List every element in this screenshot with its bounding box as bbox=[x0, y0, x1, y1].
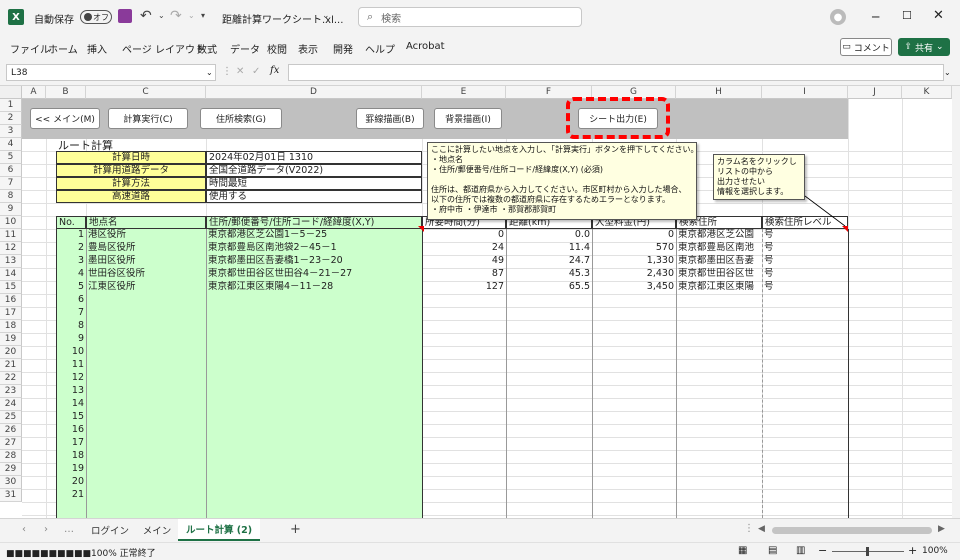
cancel-icon[interactable]: ✕ bbox=[236, 66, 244, 77]
filename-chevron-down-icon[interactable]: ⌄ bbox=[322, 11, 330, 21]
menu-item[interactable]: 挿入 bbox=[87, 41, 107, 56]
autosave-label: 自動保存 bbox=[34, 15, 74, 26]
undo-dropdown-icon[interactable]: ⌄ bbox=[158, 11, 165, 20]
page-layout-view-icon[interactable]: ▤ bbox=[768, 545, 777, 556]
comment-indicator-icon bbox=[842, 226, 848, 232]
vertical-scrollbar[interactable] bbox=[952, 86, 960, 518]
comment-button[interactable]: ▭ コメント bbox=[840, 38, 892, 56]
minimize-icon[interactable]: ─ bbox=[872, 10, 879, 24]
scroll-right-icon[interactable]: ▶ bbox=[938, 524, 945, 534]
comment-indicator-icon bbox=[418, 226, 424, 232]
comment-icon: ▭ bbox=[842, 42, 851, 52]
save-icon[interactable] bbox=[118, 9, 132, 23]
normal-view-icon[interactable]: ▦ bbox=[738, 545, 747, 556]
status-bar: ■■■■■■■■■■100% 正常終了 ▦ ▤ ▥ − + 100% bbox=[0, 542, 960, 560]
share-label: 共有 bbox=[914, 43, 933, 54]
title-bar: X 自動保存 オフ ↶ ⌄ ↷ ⌄ ▾ 距離計算ワークシート.xl... ⌄ ⌕… bbox=[0, 0, 960, 34]
prev-sheet-icon[interactable]: ‹ bbox=[22, 524, 26, 535]
horizontal-scroll-thumb[interactable] bbox=[772, 527, 932, 534]
tab-sheet[interactable]: ルート計算 (2) bbox=[178, 519, 260, 541]
maximize-icon[interactable]: ☐ bbox=[902, 9, 912, 22]
insert-function-icon[interactable]: fx bbox=[270, 65, 279, 76]
ribbon-tabs: ファイル ホーム 挿入 ページ レイアウト 数式 データ 校閲 表示 開発 ヘルプ Acrobat … bbox=[0, 34, 960, 60]
menu-item[interactable]: 開発 bbox=[333, 41, 353, 56]
name-box-value: L38 bbox=[11, 67, 28, 78]
toggle-knob bbox=[84, 13, 92, 21]
zoom-out-icon[interactable]: − bbox=[818, 544, 827, 557]
share-icon: ⇪ bbox=[904, 42, 912, 52]
zoom-in-icon[interactable]: + bbox=[908, 544, 917, 557]
undo-icon[interactable]: ↶ bbox=[140, 8, 152, 24]
share-button[interactable]: ⇪ 共有 ⌄ bbox=[898, 38, 950, 56]
comment-label: コメント bbox=[853, 43, 890, 54]
customize-qat-icon[interactable]: ▾ bbox=[201, 11, 205, 20]
tab-sheet[interactable]: メイン bbox=[138, 519, 176, 541]
tab-split-dots-icon[interactable]: ⋮ bbox=[744, 523, 754, 534]
comment-connector-lines bbox=[418, 195, 848, 232]
autosave-toggle[interactable]: オフ bbox=[80, 10, 112, 24]
tab-sheet[interactable]: ログイン bbox=[84, 519, 136, 541]
add-sheet-icon[interactable]: + bbox=[290, 522, 301, 537]
namebox-chevron-down-icon[interactable]: ⌄ bbox=[206, 68, 213, 77]
redo-dropdown-icon[interactable]: ⌄ bbox=[188, 11, 195, 20]
menu-item[interactable]: 表示 bbox=[298, 41, 318, 56]
menu-item[interactable]: 校閲 bbox=[267, 41, 287, 56]
more-dots-icon: ⋮ bbox=[222, 66, 232, 77]
formula-bar: L38 ⌄ ⋮ ✕ ✓ fx ⌄ bbox=[0, 60, 960, 86]
menu-item[interactable]: ヘルプ bbox=[365, 41, 395, 56]
zoom-level[interactable]: 100% bbox=[922, 546, 948, 556]
search-placeholder: 検索 bbox=[381, 13, 402, 25]
enter-icon[interactable]: ✓ bbox=[252, 66, 260, 77]
page-break-view-icon[interactable]: ▥ bbox=[796, 545, 805, 556]
formula-input[interactable] bbox=[288, 64, 944, 81]
name-box[interactable]: L38 bbox=[6, 64, 216, 81]
account-avatar-icon[interactable]: ● bbox=[830, 9, 846, 25]
menu-item[interactable]: ページ レイアウト bbox=[122, 41, 205, 56]
status-text: ■■■■■■■■■■100% 正常終了 bbox=[6, 549, 156, 559]
autosave-state: オフ bbox=[93, 12, 109, 22]
excel-logo-icon: X bbox=[8, 9, 24, 25]
search-box[interactable]: ⌕ 検索 bbox=[358, 7, 582, 27]
more-sheets-icon[interactable]: … bbox=[64, 524, 74, 535]
menu-item[interactable]: Acrobat bbox=[406, 41, 445, 52]
scroll-left-icon[interactable]: ◀ bbox=[758, 524, 765, 534]
menu-item[interactable]: データ bbox=[230, 41, 260, 56]
next-sheet-icon[interactable]: › bbox=[44, 524, 48, 535]
menu-item[interactable]: 数式 bbox=[197, 41, 217, 56]
close-icon[interactable]: ✕ bbox=[933, 8, 944, 23]
share-chevron-down-icon: ⌄ bbox=[936, 42, 944, 52]
menu-item[interactable]: ファイル bbox=[10, 41, 50, 56]
comment-arrow bbox=[804, 195, 846, 227]
menu-item[interactable]: ホーム bbox=[48, 41, 78, 56]
redo-icon[interactable]: ↷ bbox=[170, 8, 182, 24]
worksheet-grid[interactable]: ABCDEFGHIJK 1 2 3 4 5 6 7 8 9 10 11 12 13 14 15 16 17 18 1… bbox=[0, 86, 952, 518]
expand-formula-chevron-icon[interactable]: ⌄ bbox=[944, 68, 951, 77]
search-icon: ⌕ bbox=[367, 10, 374, 23]
sheet-tab-bar: ‹ › … ログイン メイン ルート計算 (2) + ⋮ ◀ ▶ bbox=[0, 518, 960, 542]
zoom-slider-thumb[interactable] bbox=[866, 547, 869, 556]
